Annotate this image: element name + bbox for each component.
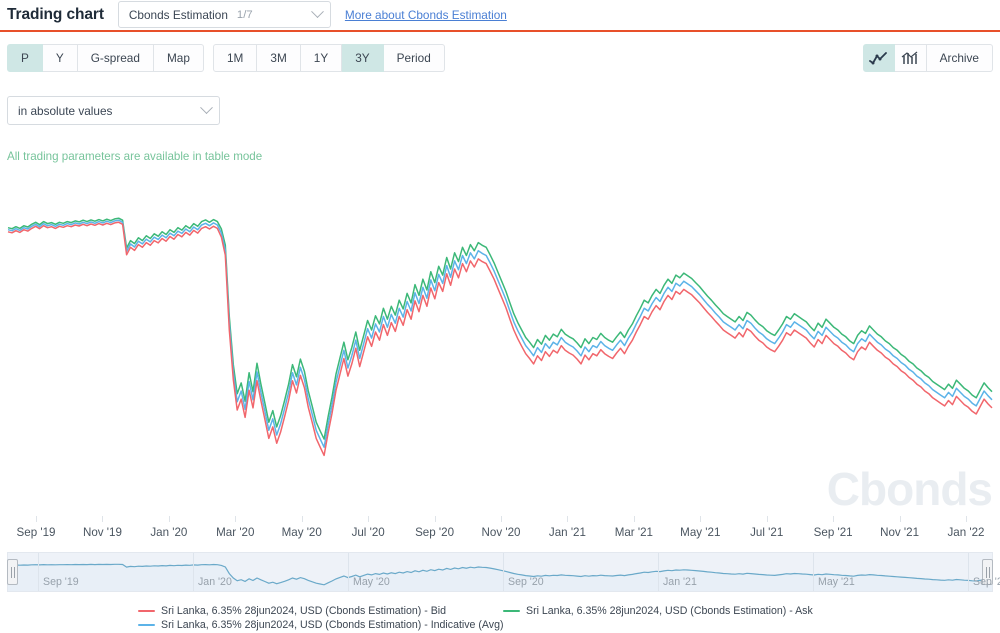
x-axis-tick-label: May '21 <box>680 526 721 539</box>
source-select[interactable]: Cbonds Estimation 1/7 <box>117 1 331 28</box>
legend-swatch-bid <box>138 609 155 613</box>
x-axis-tickmark <box>235 516 237 522</box>
metric-button-map[interactable]: Map <box>153 44 204 72</box>
value-mode-select[interactable]: in absolute values <box>7 96 220 125</box>
x-axis-tick-label: Nov '20 <box>481 526 521 539</box>
legend-item-ask[interactable]: Sri Lanka, 6.35% 28jun2024, USD (Cbonds … <box>503 605 813 617</box>
source-select-counter: 1/7 <box>236 8 253 21</box>
legend-label-ask: Sri Lanka, 6.35% 28jun2024, USD (Cbonds … <box>526 605 813 617</box>
view-button-group: Archive <box>862 44 993 72</box>
navigator-gridline <box>193 553 194 591</box>
x-axis-tick-label: Nov '19 <box>82 526 122 539</box>
range-button-1y[interactable]: 1Y <box>300 44 343 72</box>
navigator-tick-label: Jan '20 <box>198 576 232 588</box>
range-button-period[interactable]: Period <box>383 44 445 72</box>
navigator-tick-label: Sep '19 <box>43 576 79 588</box>
metric-button-group: P Y G-spread Map <box>7 44 204 72</box>
navigator-tick-label: Jan '21 <box>663 576 697 588</box>
x-axis-tickmark <box>700 516 702 522</box>
x-axis-tickmark <box>833 516 835 522</box>
x-axis: Sep '19 Nov '19 Jan '20 Mar '20 May '20 Jul '… <box>0 516 1000 546</box>
chevron-down-icon <box>311 5 324 19</box>
x-axis-tickmark <box>368 516 370 522</box>
metric-button-g-spread[interactable]: G-spread <box>77 44 154 72</box>
navigator-tick-label: May '21 <box>818 576 855 588</box>
x-axis-tickmark <box>899 516 901 522</box>
page-header: Trading chart Cbonds Estimation 1/7 More… <box>0 0 1000 29</box>
x-axis-tickmark <box>567 516 569 522</box>
navigator-gridline <box>38 553 39 591</box>
metric-button-p[interactable]: P <box>7 44 43 72</box>
line-chart-icon[interactable] <box>862 44 895 72</box>
range-button-3m[interactable]: 3M <box>257 44 301 72</box>
chart-legend: Sri Lanka, 6.35% 28jun2024, USD (Cbonds … <box>0 601 1000 633</box>
x-axis-tick-label: May '20 <box>281 526 322 539</box>
x-axis-tick-label: Sep '19 <box>16 526 56 539</box>
more-about-link[interactable]: More about Cbonds Estimation <box>345 8 507 22</box>
chart-toolbar: P Y G-spread Map 1M 3M 1Y 3Y Period Arch… <box>0 32 1000 82</box>
x-axis-tick-label: Mar '20 <box>216 526 255 539</box>
x-axis-tick-label: Jan '20 <box>150 526 188 539</box>
x-axis-tick-label: Sep '21 <box>813 526 853 539</box>
table-mode-note: All trading parameters are available in … <box>7 150 263 163</box>
x-axis-tick-label: Mar '21 <box>614 526 653 539</box>
range-button-3y[interactable]: 3Y <box>342 44 384 72</box>
source-select-value: Cbonds Estimation <box>128 7 228 22</box>
legend-swatch-ask <box>503 609 520 613</box>
navigator-gridline <box>658 553 659 591</box>
archive-button[interactable]: Archive <box>926 44 993 72</box>
x-axis-tickmark <box>966 516 967 522</box>
x-axis-tick-label: Sep '20 <box>415 526 455 539</box>
value-mode-value: in absolute values <box>18 103 113 118</box>
page-title: Trading chart <box>7 5 104 23</box>
price-chart[interactable]: Cbonds <box>0 172 1000 522</box>
x-axis-tickmark <box>766 516 768 522</box>
x-axis-tick-label: Nov '21 <box>880 526 920 539</box>
x-axis-tickmark <box>168 516 170 522</box>
x-axis-tickmark <box>633 516 635 522</box>
x-axis-tick-label: Jul '21 <box>750 526 784 539</box>
metric-button-y[interactable]: Y <box>42 44 78 72</box>
x-axis-tick-label: Jan '21 <box>548 526 586 539</box>
chart-navigator[interactable]: Sep '19 Jan '20 May '20 Sep '20 Jan '21 May '… <box>7 552 1000 592</box>
chevron-down-icon <box>200 101 213 115</box>
x-axis-tickmark <box>501 516 502 522</box>
range-button-group: 1M 3M 1Y 3Y Period <box>213 44 445 72</box>
legend-swatch-indicative <box>138 623 155 627</box>
range-button-1m[interactable]: 1M <box>213 44 258 72</box>
navigator-gridline <box>813 553 814 591</box>
navigator-gridline <box>348 553 349 591</box>
legend-label-indicative: Sri Lanka, 6.35% 28jun2024, USD (Cbonds … <box>161 619 504 631</box>
bar-chart-icon[interactable] <box>894 44 927 72</box>
x-axis-tick-label: Jan '22 <box>947 526 985 539</box>
x-axis-tickmark <box>36 516 37 522</box>
navigator-tick-label: Sep '20 <box>508 576 544 588</box>
x-axis-tickmark <box>301 516 303 522</box>
navigator-tick-label: Sep '21 <box>973 576 1000 588</box>
x-axis-tick-label: Jul '20 <box>351 526 385 539</box>
navigator-tick-label: May '20 <box>353 576 390 588</box>
x-axis-tickmark <box>434 516 436 522</box>
navigator-gridline <box>968 553 969 591</box>
legend-item-bid[interactable]: Sri Lanka, 6.35% 28jun2024, USD (Cbonds … <box>138 605 446 617</box>
x-axis-tickmark <box>102 516 104 522</box>
navigator-gridline <box>503 553 504 591</box>
cbonds-watermark: Cbonds <box>826 463 993 515</box>
legend-label-bid: Sri Lanka, 6.35% 28jun2024, USD (Cbonds … <box>161 605 447 617</box>
legend-item-indicative[interactable]: Sri Lanka, 6.35% 28jun2024, USD (Cbonds … <box>138 619 504 631</box>
navigator-left-handle[interactable] <box>7 559 18 585</box>
